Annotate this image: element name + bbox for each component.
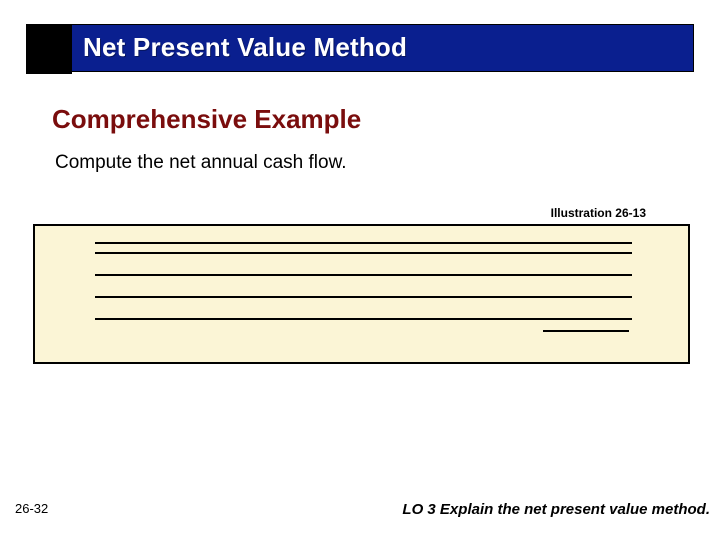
learning-objective: LO 3 Explain the net present value metho… <box>402 501 710 518</box>
table-row <box>95 242 632 252</box>
title-banner: Net Present Value Method <box>26 24 694 72</box>
total-underline <box>543 330 629 332</box>
table-row <box>95 296 632 318</box>
illustration-label: Illustration 26-13 <box>551 206 646 220</box>
illustration-table <box>95 232 632 340</box>
table-row <box>95 252 632 274</box>
table-row <box>95 318 632 340</box>
banner-tab <box>26 24 72 74</box>
banner-title: Net Present Value Method <box>83 32 407 63</box>
section-title: Comprehensive Example <box>52 104 361 135</box>
illustration-box <box>33 224 690 364</box>
table-row <box>95 232 632 242</box>
instruction-text: Compute the net annual cash flow. <box>55 152 347 174</box>
table-row <box>95 274 632 296</box>
page-number: 26-32 <box>15 501 48 516</box>
